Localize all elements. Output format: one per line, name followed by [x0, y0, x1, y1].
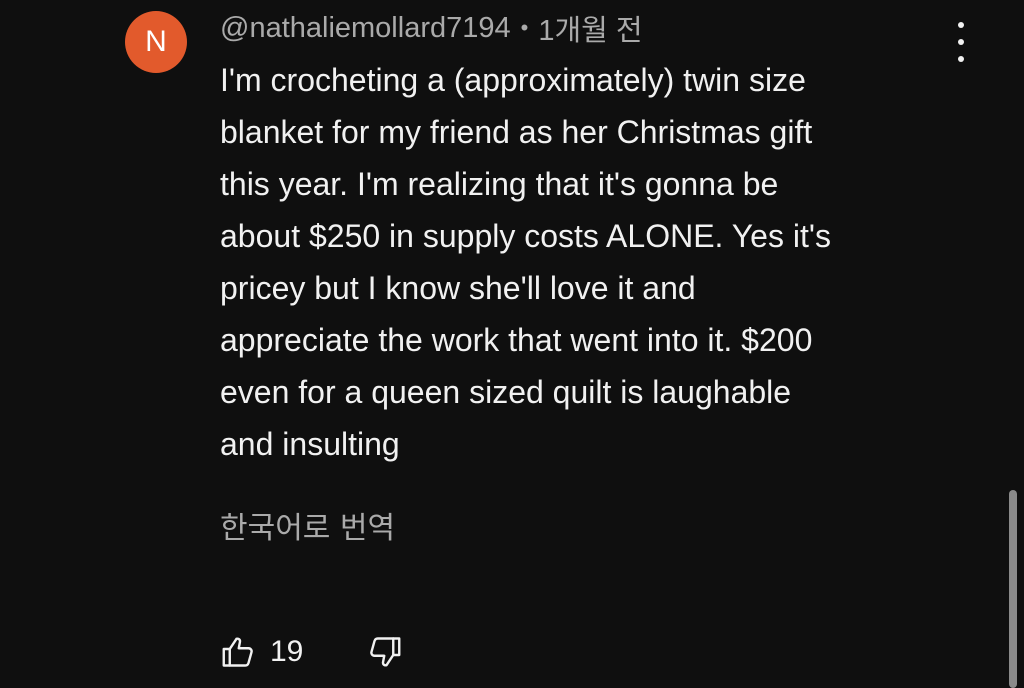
avatar[interactable]: N: [125, 11, 187, 73]
scrollbar-thumb[interactable]: [1009, 490, 1017, 688]
dislike-button[interactable]: [367, 634, 403, 670]
timestamp[interactable]: 1개월 전: [538, 7, 642, 49]
thumbs-up-icon: [220, 634, 256, 670]
comment-header: @nathaliemollard7194 • 1개월 전: [220, 8, 643, 48]
like-button[interactable]: 19: [220, 634, 303, 670]
avatar-letter: N: [145, 25, 167, 58]
kebab-dot: [958, 22, 964, 28]
comment-thread-item: N @nathaliemollard7194 • 1개월 전 I'm croch…: [0, 0, 1024, 688]
thumbs-down-icon: [367, 634, 403, 670]
kebab-dot: [958, 39, 964, 45]
separator-dot: •: [520, 15, 529, 40]
comment-text: I'm crocheting a (approximately) twin si…: [220, 62, 831, 462]
comment-actions: 19: [220, 630, 403, 674]
like-count: 19: [270, 635, 304, 668]
translate-button[interactable]: 한국어로 번역: [220, 503, 395, 547]
author-name[interactable]: @nathaliemollard7194: [220, 12, 511, 45]
